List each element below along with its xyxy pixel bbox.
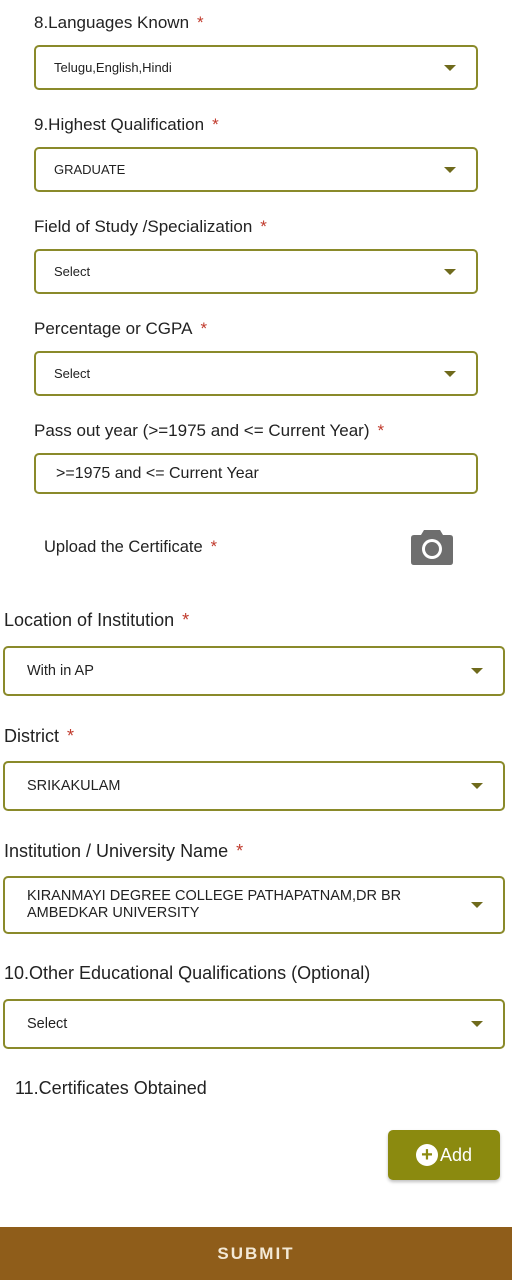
district-value: SRIKAKULAM bbox=[27, 778, 121, 794]
languages-label: 8.Languages Known * bbox=[34, 13, 204, 33]
other-qualifications-value: Select bbox=[27, 1016, 68, 1032]
institution-label-text: Institution / University Name bbox=[4, 841, 229, 861]
certificates-label: 11.Certificates Obtained bbox=[15, 1078, 207, 1098]
qualification-label: 9.Highest Qualification * bbox=[34, 115, 219, 135]
camera-icon[interactable] bbox=[410, 527, 454, 567]
qualification-select[interactable]: GRADUATE bbox=[34, 147, 478, 192]
percentage-select[interactable]: Select bbox=[34, 351, 478, 396]
required-asterisk: * bbox=[200, 319, 208, 338]
required-asterisk: * bbox=[182, 610, 190, 630]
percentage-label-text: Percentage or CGPA bbox=[34, 319, 193, 338]
location-select[interactable]: With in AP bbox=[3, 646, 505, 696]
chevron-down-icon bbox=[444, 268, 456, 275]
district-select[interactable]: SRIKAKULAM bbox=[3, 761, 505, 811]
percentage-value: Select bbox=[54, 366, 91, 381]
district-label-text: District bbox=[4, 726, 59, 746]
required-asterisk: * bbox=[67, 726, 75, 746]
required-asterisk: * bbox=[212, 115, 219, 134]
languages-value: Telugu,English,Hindi bbox=[54, 60, 172, 75]
required-asterisk: * bbox=[260, 217, 267, 236]
chevron-down-icon bbox=[444, 64, 456, 71]
field-of-study-value: Select bbox=[54, 264, 91, 279]
field-of-study-select[interactable]: Select bbox=[34, 249, 478, 294]
submit-button-label: SUBMIT bbox=[217, 1243, 295, 1263]
institution-label: Institution / University Name * bbox=[4, 841, 243, 862]
chevron-down-icon bbox=[444, 166, 456, 173]
location-label-text: Location of Institution bbox=[4, 610, 175, 630]
languages-select[interactable]: Telugu,English,Hindi bbox=[34, 45, 478, 90]
field-of-study-label: Field of Study /Specialization * bbox=[34, 217, 267, 237]
percentage-label: Percentage or CGPA * bbox=[34, 319, 207, 339]
location-value: With in AP bbox=[27, 663, 94, 679]
other-qualifications-label: 10.Other Educational Qualifications (Opt… bbox=[4, 963, 371, 983]
pass-out-year-label: Pass out year (>=1975 and <= Current Yea… bbox=[34, 421, 384, 441]
add-button-label: Add bbox=[439, 1144, 473, 1165]
district-label: District * bbox=[4, 726, 74, 747]
institution-value-line2: AMBEDKAR UNIVERSITY bbox=[27, 905, 200, 921]
chevron-down-icon bbox=[471, 1021, 483, 1027]
pass-out-year-label-text: Pass out year (>=1975 and <= Current Yea… bbox=[34, 421, 370, 440]
institution-value: KIRANMAYI DEGREE COLLEGE PATHAPATNAM,DR … bbox=[5, 888, 471, 922]
institution-value-line1: KIRANMAYI DEGREE COLLEGE PATHAPATNAM,DR … bbox=[27, 888, 402, 904]
required-asterisk: * bbox=[197, 13, 204, 32]
upload-certificate-label-text: Upload the Certificate bbox=[44, 538, 203, 556]
qualification-value: GRADUATE bbox=[54, 162, 126, 177]
plus-circle-icon: + bbox=[415, 1144, 438, 1166]
submit-button[interactable]: SUBMIT bbox=[0, 1227, 512, 1280]
location-label: Location of Institution * bbox=[4, 610, 189, 631]
chevron-down-icon bbox=[471, 783, 483, 789]
field-of-study-label-text: Field of Study /Specialization bbox=[34, 217, 253, 236]
other-qualifications-select[interactable]: Select bbox=[3, 999, 505, 1049]
add-certificate-button[interactable]: + Add bbox=[388, 1130, 500, 1180]
required-asterisk: * bbox=[377, 421, 385, 440]
qualification-label-text: 9.Highest Qualification bbox=[34, 115, 205, 134]
chevron-down-icon bbox=[444, 370, 456, 377]
chevron-down-icon bbox=[471, 668, 483, 674]
pass-out-year-input[interactable]: >=1975 and <= Current Year bbox=[34, 453, 478, 494]
upload-certificate-label: Upload the Certificate * bbox=[44, 538, 217, 557]
institution-select[interactable]: KIRANMAYI DEGREE COLLEGE PATHAPATNAM,DR … bbox=[3, 876, 505, 934]
languages-label-text: 8.Languages Known bbox=[34, 13, 190, 32]
required-asterisk: * bbox=[210, 538, 218, 556]
pass-out-year-placeholder: >=1975 and <= Current Year bbox=[56, 464, 259, 482]
required-asterisk: * bbox=[236, 841, 244, 861]
chevron-down-icon bbox=[471, 902, 483, 908]
